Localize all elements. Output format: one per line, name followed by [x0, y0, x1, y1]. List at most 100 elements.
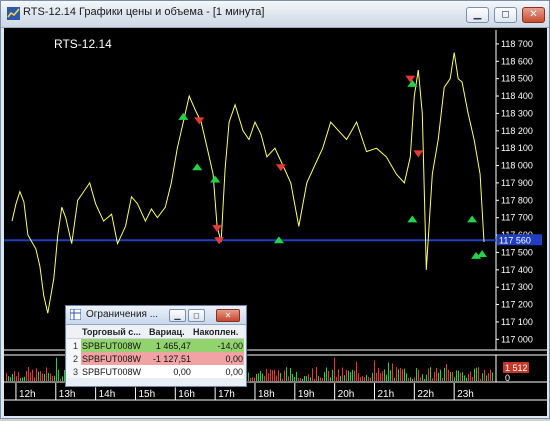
volume-bar: [468, 374, 469, 381]
volume-bar: [356, 361, 357, 381]
close-button[interactable]: ✕: [522, 7, 545, 23]
volume-bar: [370, 377, 371, 381]
accumulated-cell[interactable]: 0,00: [192, 365, 244, 378]
volume-bar: [284, 370, 285, 381]
volume-bar: [488, 373, 489, 381]
volume-bar: [298, 377, 299, 381]
volume-bar: [410, 377, 411, 381]
volume-bar: [278, 370, 279, 381]
volume-bar: [376, 372, 377, 381]
current-price-label: 117 560: [499, 235, 531, 245]
volume-bar: [328, 370, 329, 381]
volume-bar: [46, 367, 47, 381]
y-tick-label: 118 300: [501, 108, 533, 118]
volume-bar: [338, 369, 339, 381]
volume-bar: [386, 374, 387, 381]
y-tick-label: 117 900: [501, 178, 533, 188]
volume-bar: [60, 378, 61, 381]
row-index: 2: [67, 352, 81, 365]
y-tick-label: 117 200: [501, 300, 533, 310]
column-header-index[interactable]: [67, 325, 81, 339]
volume-bar: [306, 376, 307, 381]
limits-table[interactable]: Торговый с... Вариац. Накоплен. 1 SPBFUT…: [67, 325, 244, 378]
accumulated-cell[interactable]: 0,00: [191, 352, 244, 365]
column-header-accumulated[interactable]: Накоплен.: [191, 325, 244, 339]
volume-bar: [16, 376, 17, 381]
volume-bar: [388, 362, 389, 381]
volume-bar: [412, 378, 413, 381]
variation-cell[interactable]: 0,00: [148, 365, 192, 378]
volume-bar: [432, 378, 433, 381]
accumulated-cell[interactable]: -14,00: [191, 338, 244, 352]
volume-bar: [310, 377, 311, 381]
main-window: RTS-12.14 Графики цены и объема - [1 мин…: [0, 0, 550, 419]
volume-bar: [408, 377, 409, 381]
volume-bar: [28, 367, 29, 381]
table-row[interactable]: 1 SPBFUT008W 1 465,47 -14,00: [67, 338, 244, 352]
account-cell[interactable]: SPBFUT008W: [81, 365, 148, 378]
volume-bar: [430, 367, 431, 381]
volume-bar: [352, 369, 353, 381]
variation-cell[interactable]: 1 465,47: [148, 338, 192, 352]
volume-bar: [38, 371, 39, 381]
volume-bar: [48, 373, 49, 381]
title-bar[interactable]: RTS-12.14 Графики цены и объема - [1 мин…: [1, 1, 549, 28]
volume-bar: [258, 373, 259, 381]
y-tick-label: 118 600: [501, 56, 533, 66]
volume-bar: [260, 370, 261, 381]
volume-bar: [10, 377, 11, 381]
restore-button[interactable]: ◻: [494, 7, 517, 23]
volume-bar: [362, 376, 363, 381]
table-icon: [70, 309, 81, 320]
dialog-minimize-button[interactable]: ▁: [169, 309, 186, 322]
volume-bar: [454, 377, 455, 381]
variation-cell[interactable]: -1 127,51: [148, 352, 192, 365]
volume-bar: [36, 368, 37, 381]
volume-bar: [440, 369, 441, 381]
volume-bar: [322, 377, 323, 381]
window-title: RTS-12.14 Графики цены и объема - [1 мин…: [23, 6, 265, 18]
volume-bar: [474, 368, 475, 381]
row-index: 1: [67, 338, 81, 352]
volume-bar: [62, 376, 63, 381]
volume-bar: [344, 375, 345, 381]
column-header-variation[interactable]: Вариац.: [148, 325, 192, 339]
limits-dialog[interactable]: Ограничения ... ▁ ◻ ✕ Торговый с... Вари…: [65, 305, 247, 387]
volume-bar: [346, 369, 347, 381]
volume-bar: [384, 369, 385, 381]
volume-bar: [314, 378, 315, 381]
volume-bar: [34, 377, 35, 381]
volume-bar: [450, 371, 451, 381]
table-row[interactable]: 2 SPBFUT008W -1 127,51 0,00: [67, 352, 244, 365]
volume-bar: [312, 368, 313, 381]
volume-bar: [484, 369, 485, 381]
volume-bar: [288, 376, 289, 381]
volume-bar: [318, 376, 319, 381]
minimize-button[interactable]: ▁: [466, 7, 489, 23]
volume-bar: [252, 377, 253, 381]
volume-bar: [268, 372, 269, 381]
volume-bar: [340, 375, 341, 381]
dialog-close-button[interactable]: ✕: [216, 309, 240, 322]
volume-bar: [390, 370, 391, 381]
volume-bar: [332, 369, 333, 381]
volume-bar: [26, 370, 27, 381]
limits-dialog-titlebar[interactable]: Ограничения ... ▁ ◻ ✕: [66, 306, 246, 325]
volume-bar: [354, 370, 355, 381]
volume-bar: [392, 363, 393, 381]
volume-bar: [30, 372, 31, 381]
dialog-restore-button[interactable]: ◻: [188, 309, 205, 322]
volume-bar: [398, 369, 399, 381]
volume-bar: [434, 371, 435, 381]
chart-label: RTS-12.14: [54, 37, 112, 51]
account-cell[interactable]: SPBFUT008W: [81, 338, 148, 352]
volume-bar: [54, 375, 55, 381]
table-row[interactable]: 3 SPBFUT008W 0,00 0,00: [67, 365, 244, 378]
volume-bar: [350, 372, 351, 381]
column-header-account[interactable]: Торговый с...: [81, 325, 148, 339]
volume-bar: [490, 369, 491, 381]
x-tick-label: 20h: [338, 389, 355, 400]
volume-bar: [420, 377, 421, 381]
volume-bar: [446, 364, 447, 381]
account-cell[interactable]: SPBFUT008W: [81, 352, 148, 365]
